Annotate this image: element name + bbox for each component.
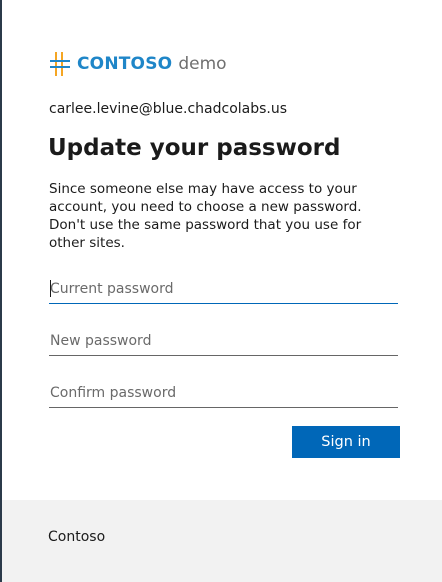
- new-password-input[interactable]: [49, 326, 398, 356]
- text-caret: [50, 280, 51, 297]
- current-password-input[interactable]: [49, 274, 398, 304]
- confirm-password-input[interactable]: [49, 378, 398, 408]
- brand-logo: CONTOSO demo: [49, 50, 227, 78]
- contoso-logo-icon: [50, 52, 70, 76]
- page-title: Update your password: [48, 135, 341, 161]
- account-identity: carlee.levine@blue.chadcolabs.us: [49, 101, 288, 117]
- brand-suffix: demo: [178, 54, 227, 74]
- sign-in-card: CONTOSO demo carlee.levine@blue.chadcola…: [2, 0, 442, 500]
- password-update-page: CONTOSO demo carlee.levine@blue.chadcola…: [0, 0, 442, 582]
- sign-in-button[interactable]: Sign in: [292, 426, 400, 458]
- footer-text: Contoso: [48, 529, 106, 545]
- footer: Contoso: [2, 500, 442, 582]
- page-description: Since someone else may have access to yo…: [49, 181, 362, 251]
- brand-name: CONTOSO: [77, 54, 173, 74]
